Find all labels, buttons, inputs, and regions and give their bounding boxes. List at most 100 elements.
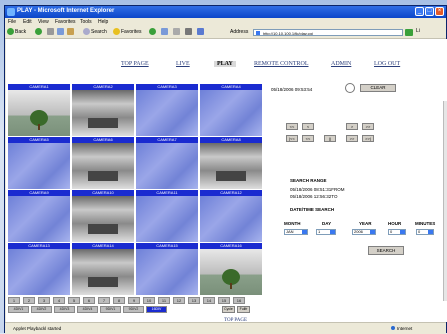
edit-button[interactable]	[197, 28, 205, 37]
camera-tile[interactable]: CAMERA5	[8, 137, 70, 189]
channel-button[interactable]: 15	[218, 297, 230, 304]
dropdown-arrow-icon	[302, 230, 307, 234]
channel-button[interactable]: 8	[113, 297, 125, 304]
day-select[interactable]: 1	[316, 229, 336, 235]
go-button[interactable]	[405, 29, 413, 36]
channel-button[interactable]: 9	[128, 297, 140, 304]
search-button[interactable]: SEARCH	[368, 246, 404, 255]
menu-favorites[interactable]: Favorites	[55, 19, 76, 25]
cycle-button[interactable]: Cycle	[222, 306, 235, 313]
camera-feed	[200, 196, 262, 242]
channel-button[interactable]: 5	[68, 297, 80, 304]
channel-button[interactable]: 12	[173, 297, 185, 304]
ie-logo-icon	[7, 8, 15, 16]
channel-button[interactable]: 11	[158, 297, 170, 304]
maximize-button[interactable]: □	[425, 7, 434, 16]
fullframe-button[interactable]: Fullfr	[237, 306, 250, 313]
playback-control-button[interactable]: |<<	[286, 135, 298, 142]
view-mode-button[interactable]: 9DIV2	[123, 306, 144, 313]
camera-tile[interactable]: CAMERA6	[72, 137, 134, 189]
camera-tile[interactable]: CAMERA15	[136, 243, 198, 295]
print-button[interactable]	[185, 28, 193, 37]
view-mode-button[interactable]: 4DIV2	[31, 306, 52, 313]
channel-button[interactable]: 6	[83, 297, 95, 304]
home-icon	[67, 28, 74, 36]
favorites-button[interactable]: Favorites	[113, 28, 142, 37]
nav-logout[interactable]: LOG OUT	[374, 61, 400, 67]
menu-tools[interactable]: Tools	[80, 19, 92, 25]
address-field[interactable]: http://10.10.100.1/tk/play.cgi	[253, 29, 403, 36]
minutes-select[interactable]: 0	[416, 229, 434, 235]
nav-play[interactable]: PLAY	[214, 61, 236, 67]
channel-button[interactable]: 3	[38, 297, 50, 304]
channel-button[interactable]: 4	[53, 297, 65, 304]
view-mode-button[interactable]: 9DIV1	[100, 306, 121, 313]
playback-control-button[interactable]: ||	[324, 135, 336, 142]
menu-file[interactable]: File	[8, 19, 16, 25]
camera-tile[interactable]: CAMERA9	[8, 190, 70, 242]
hour-select[interactable]: 0	[388, 229, 406, 235]
camera-tile[interactable]: CAMERA11	[136, 190, 198, 242]
refresh-button[interactable]	[57, 28, 65, 37]
minimize-button[interactable]: _	[415, 7, 424, 16]
camera-feed	[8, 143, 70, 189]
view-mode-button[interactable]: 4DIV1	[8, 306, 29, 313]
media-button[interactable]	[149, 28, 157, 37]
mail-button[interactable]	[173, 28, 181, 37]
channel-button[interactable]: 1	[8, 297, 20, 304]
channel-button[interactable]: 16	[233, 297, 245, 304]
playback-control-button[interactable]: >>	[362, 123, 374, 130]
camera-tile[interactable]: CAMERA16	[200, 243, 262, 295]
menu-edit[interactable]: Edit	[23, 19, 32, 25]
playback-control-button[interactable]: <<	[302, 135, 314, 142]
camera-tile[interactable]: CAMERA10	[72, 190, 134, 242]
camera-tile[interactable]: CAMERA13	[8, 243, 70, 295]
home-button[interactable]	[67, 28, 75, 37]
nav-top-page[interactable]: TOP PAGE	[121, 61, 149, 67]
view-mode-button[interactable]: 16DIV	[146, 306, 167, 313]
back-button[interactable]: Back	[7, 28, 26, 37]
camera-tile[interactable]: CAMERA2	[72, 84, 134, 136]
stop-button[interactable]	[47, 28, 55, 37]
minutes-label: MINUTES	[415, 221, 436, 226]
camera-tile[interactable]: CAMERA7	[136, 137, 198, 189]
search-button[interactable]: Search	[83, 28, 107, 37]
camera-tile[interactable]: CAMERA3	[136, 84, 198, 136]
links-button[interactable]: Li	[416, 28, 420, 34]
dropdown-arrow-icon	[330, 230, 335, 234]
forward-button[interactable]	[35, 28, 43, 37]
camera-feed	[72, 90, 134, 136]
month-select[interactable]: JAN	[284, 229, 308, 235]
channel-button[interactable]: 2	[23, 297, 35, 304]
camera-feed	[136, 90, 198, 136]
year-select[interactable]: 2006	[352, 229, 376, 235]
camera-tile[interactable]: CAMERA1	[8, 84, 70, 136]
camera-tile[interactable]: CAMERA12	[200, 190, 262, 242]
datetime-search-heading: DATE/TIME SEARCH	[290, 207, 335, 212]
menu-help[interactable]: Help	[98, 19, 108, 25]
history-button[interactable]	[161, 28, 169, 37]
camera-tile[interactable]: CAMERA8	[200, 137, 262, 189]
nav-remote-control[interactable]: REMOTE CONTROL	[254, 61, 309, 67]
playback-control-button[interactable]: <<	[286, 123, 298, 130]
camera-tile[interactable]: CAMERA4	[200, 84, 262, 136]
channel-button[interactable]: 7	[98, 297, 110, 304]
channel-button[interactable]: 14	[203, 297, 215, 304]
channel-button[interactable]: 13	[188, 297, 200, 304]
channel-button[interactable]: 10	[143, 297, 155, 304]
vertical-scrollbar[interactable]	[443, 101, 447, 301]
view-mode-button[interactable]: 4DIV3	[54, 306, 75, 313]
view-mode-button[interactable]: 4DIV4	[77, 306, 98, 313]
menu-view[interactable]: View	[38, 19, 49, 25]
close-button[interactable]: ×	[435, 7, 444, 16]
nav-live[interactable]: LIVE	[176, 61, 190, 67]
playback-control-button[interactable]: >	[346, 123, 358, 130]
nav-admin[interactable]: ADMIN	[331, 61, 351, 67]
camera-tile[interactable]: CAMERA14	[72, 243, 134, 295]
playback-control-button[interactable]: >>	[346, 135, 358, 142]
playback-control-button[interactable]: <	[302, 123, 314, 130]
globe-icon	[391, 326, 395, 330]
refresh-icon	[57, 28, 64, 36]
playback-control-button[interactable]: >>|	[362, 135, 374, 142]
clear-button[interactable]: CLEAR	[360, 84, 396, 92]
